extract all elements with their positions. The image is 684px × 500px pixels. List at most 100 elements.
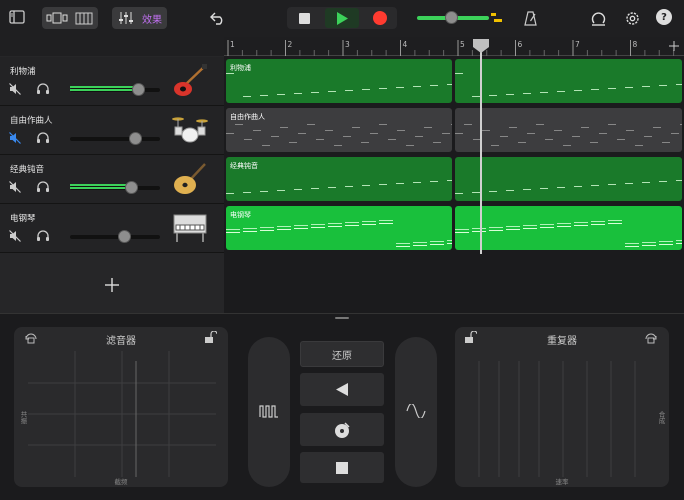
master-volume-knob (445, 11, 458, 24)
track-region[interactable] (455, 59, 682, 103)
filter-pad: 滤音器 共振 截频 (14, 327, 228, 487)
repeater-xy-area[interactable] (469, 351, 657, 477)
track-region[interactable] (455, 206, 682, 250)
scratch-button[interactable] (300, 413, 384, 446)
play-icon (337, 11, 348, 25)
tracks-view-icon[interactable] (44, 9, 70, 27)
record-icon (373, 11, 387, 25)
unlock-icon[interactable] (205, 331, 217, 344)
volume-knob[interactable] (125, 181, 139, 194)
top-toolbar: 效果 ? (0, 0, 684, 37)
volume-level (70, 187, 132, 189)
track-name: 利物浦 (10, 67, 36, 77)
keyboard-view-icon[interactable] (71, 9, 96, 27)
reverse-icon (336, 383, 348, 396)
playhead[interactable] (480, 39, 482, 254)
track-region[interactable] (455, 157, 682, 201)
fx-button[interactable]: 效果 (112, 7, 167, 29)
browser-icon[interactable] (8, 8, 26, 26)
volume-level (70, 86, 138, 88)
metronome-icon[interactable] (520, 8, 540, 28)
region-notes (455, 73, 682, 97)
sine-wave-icon (406, 404, 426, 418)
headphones-icon[interactable] (36, 131, 50, 144)
reverse-button[interactable] (300, 373, 384, 406)
stop-square-icon (336, 461, 348, 474)
stop-effect-button[interactable] (300, 452, 384, 483)
wave-pill-right[interactable] (395, 337, 437, 487)
square-wave-icon (259, 404, 279, 418)
mute-icon[interactable] (9, 230, 21, 242)
track-header[interactable]: 利物浦 (0, 57, 224, 106)
loop-icon[interactable] (588, 8, 608, 28)
region-notes (226, 220, 452, 247)
ruler-bar-number: 8 (633, 40, 638, 49)
track-name: 电钢琴 (10, 214, 36, 224)
help-icon[interactable]: ? (656, 9, 672, 25)
track-header[interactable]: 自由作曲人 (0, 106, 224, 155)
ruler-corner (0, 37, 224, 56)
electric-guitar-icon[interactable] (172, 64, 208, 98)
filter-y-label: 共振 (19, 411, 27, 424)
filter-x-label: 截频 (114, 478, 128, 486)
settings-icon[interactable] (622, 8, 642, 28)
filter-title: 滤音器 (106, 336, 136, 347)
region-notes (455, 124, 682, 146)
region-notes (226, 124, 452, 146)
region-notes (455, 220, 682, 247)
region-notes (226, 73, 452, 97)
headphones-icon[interactable] (36, 229, 50, 242)
track-region[interactable] (455, 108, 682, 152)
turntable-icon (335, 421, 350, 438)
add-track-button[interactable] (97, 270, 127, 300)
view-toggle (42, 7, 98, 29)
filter-xy-area[interactable] (28, 351, 216, 477)
track-header[interactable]: 电钢琴 (0, 204, 224, 253)
track-region[interactable]: 电钢琴 (226, 206, 452, 250)
mute-icon[interactable] (9, 181, 21, 193)
headphones-icon[interactable] (36, 82, 50, 95)
volume-knob[interactable] (118, 230, 131, 243)
track-region[interactable]: 自由作曲人 (226, 108, 452, 152)
drum-kit-icon[interactable] (172, 113, 208, 143)
track-name: 经典钝音 (10, 165, 45, 175)
master-volume-slider[interactable] (417, 11, 489, 24)
repeater-y-label: 合成 (657, 411, 665, 424)
stop-icon (298, 12, 310, 24)
region-notes (226, 180, 452, 194)
stop-button[interactable] (289, 9, 319, 27)
headphones-icon[interactable] (36, 180, 50, 193)
repeater-title: 重复器 (547, 336, 577, 347)
play-button[interactable] (325, 8, 359, 28)
restore-button[interactable]: 还原 (300, 341, 384, 367)
mute-icon[interactable] (9, 83, 21, 95)
track-region[interactable]: 经典钝音 (226, 157, 452, 201)
wave-pill-left[interactable] (248, 337, 290, 487)
volume-level (70, 184, 132, 186)
timeline-ruler[interactable]: 1 2 3 4 5 6 7 8 (224, 37, 684, 56)
track-header[interactable]: 经典钝音 (0, 155, 224, 204)
ruler-bar-number: 1 (230, 40, 235, 49)
transport (287, 7, 397, 29)
ruler-bar-number: 7 (575, 40, 580, 49)
repeater-x-label: 速率 (555, 478, 569, 486)
playhead-handle[interactable] (473, 39, 489, 53)
track-name: 自由作曲人 (10, 116, 53, 126)
resize-handle[interactable] (335, 317, 349, 319)
mixer-icon (118, 11, 134, 25)
region-notes (455, 180, 682, 194)
lock-icon[interactable] (643, 332, 659, 346)
volume-knob[interactable] (128, 132, 142, 145)
electric-piano-icon[interactable] (172, 211, 208, 243)
record-button[interactable] (365, 9, 395, 27)
mute-icon[interactable] (9, 132, 21, 144)
track-region[interactable]: 利物浦 (226, 59, 452, 103)
ruler-bar-number: 3 (345, 40, 350, 49)
restore-label: 还原 (332, 350, 352, 362)
add-section-icon[interactable] (668, 40, 680, 52)
volume-knob[interactable] (131, 83, 145, 96)
undo-icon[interactable] (208, 8, 228, 28)
ruler-bar-number: 5 (460, 40, 465, 49)
acoustic-guitar-icon[interactable] (172, 162, 208, 196)
ruler-bar-number: 2 (288, 40, 293, 49)
